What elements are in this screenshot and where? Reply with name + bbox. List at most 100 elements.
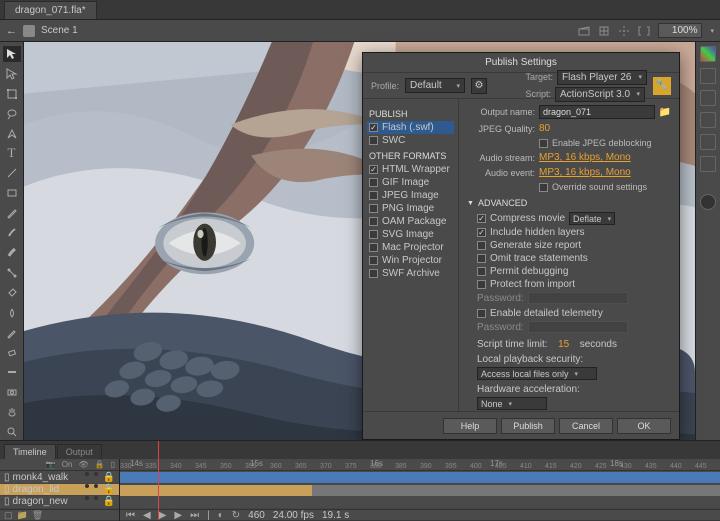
advanced-header[interactable]: ADVANCED [467, 198, 671, 208]
pencil-tool[interactable] [3, 205, 21, 221]
bone-tool[interactable] [3, 265, 21, 281]
play-icon[interactable]: ▶ [159, 510, 167, 521]
publish-header: PUBLISH [369, 109, 454, 119]
width-tool[interactable] [3, 364, 21, 380]
first-frame-icon[interactable]: ⏮ [126, 510, 135, 521]
target-select[interactable]: Flash Player 26▾ [557, 70, 647, 85]
local-security-select[interactable]: Access local files only [477, 367, 597, 380]
wrench-icon[interactable]: 🔧 [653, 77, 671, 95]
cc-icon[interactable] [700, 194, 716, 210]
line-tool[interactable] [3, 165, 21, 181]
camera-tool[interactable] [3, 384, 21, 400]
format-jpeg[interactable]: JPEG Image [367, 189, 454, 202]
format-swfa[interactable]: SWF Archive [367, 267, 454, 280]
track-dragon-lid[interactable] [120, 484, 720, 496]
cancel-button[interactable]: Cancel [559, 418, 613, 434]
eye-col-icon[interactable]: 👁 [78, 460, 88, 469]
prev-frame-icon[interactable]: ◀ [143, 510, 151, 521]
align-icon[interactable] [700, 68, 716, 84]
new-folder-icon[interactable]: 📁 [17, 510, 28, 521]
tab-timeline[interactable]: Timeline [4, 444, 56, 459]
transform-tool[interactable] [3, 86, 21, 102]
timeline-ruler[interactable]: 14s15s16s17s18s3303353403453503553603653… [120, 459, 720, 471]
zoom-tool[interactable] [3, 424, 21, 440]
audio-event-link[interactable]: MP3, 16 kbps, Mono [539, 167, 631, 178]
playhead[interactable] [158, 459, 159, 520]
format-html[interactable]: HTML Wrapper [367, 163, 454, 176]
clapper-icon[interactable] [578, 25, 590, 37]
eraser-tool[interactable] [3, 344, 21, 360]
library-icon[interactable] [700, 90, 716, 106]
format-png[interactable]: PNG Image [367, 202, 454, 215]
camera-col-icon[interactable]: 📷 [46, 460, 56, 469]
lock-col-icon[interactable]: 🔒 [95, 460, 105, 469]
center-icon[interactable] [618, 25, 630, 37]
zoom-input[interactable]: 100% [658, 23, 702, 38]
pen-tool[interactable] [3, 126, 21, 142]
right-dock [696, 42, 720, 440]
telemetry-check[interactable] [477, 309, 486, 318]
loop-icon[interactable]: ↻ [232, 510, 240, 521]
subselect-tool[interactable] [3, 66, 21, 82]
rect-tool[interactable] [3, 185, 21, 201]
format-mac[interactable]: Mac Projector [367, 241, 454, 254]
ok-button[interactable]: OK [617, 418, 671, 434]
password-input [528, 292, 628, 304]
transform-panel-icon[interactable] [700, 134, 716, 150]
compress-select[interactable]: Deflate [569, 212, 615, 225]
hw-accel-select[interactable]: None [477, 397, 547, 410]
grid-icon[interactable] [598, 25, 610, 37]
profile-select[interactable]: Default▾ [405, 78, 465, 93]
swatches-icon[interactable] [700, 46, 716, 62]
brush2-tool[interactable] [3, 245, 21, 261]
audio-stream-link[interactable]: MP3, 16 kbps, Mono [539, 152, 631, 163]
format-win[interactable]: Win Projector [367, 254, 454, 267]
output-name-input[interactable]: dragon_071 [539, 105, 655, 119]
omit-trace-check[interactable] [477, 254, 486, 263]
format-svg[interactable]: SVG Image [367, 228, 454, 241]
profile-options-icon[interactable]: ⚙ [471, 78, 487, 94]
lasso-tool[interactable] [3, 106, 21, 122]
last-frame-icon[interactable]: ⏭ [190, 510, 199, 521]
ink-tool[interactable] [3, 305, 21, 321]
format-swc[interactable]: SWC [367, 134, 454, 147]
bracket-icon[interactable] [638, 25, 650, 37]
info-icon[interactable] [700, 112, 716, 128]
hand-tool[interactable] [3, 404, 21, 420]
text-tool[interactable]: T [3, 145, 21, 161]
layer-dragon-new[interactable]: ▯dragon_new🔒 [0, 496, 119, 508]
layer-dragon-lid[interactable]: ▯dragon_lid🔒 [0, 484, 119, 496]
format-flash[interactable]: Flash (.swf) [367, 121, 454, 134]
publish-button[interactable]: Publish [501, 418, 555, 434]
eyedrop-tool[interactable] [3, 325, 21, 341]
help-button[interactable]: Help [443, 418, 497, 434]
debug-check[interactable] [477, 267, 486, 276]
format-gif[interactable]: GIF Image [367, 176, 454, 189]
back-icon[interactable]: ← [6, 25, 17, 37]
jpeg-deblock-check[interactable] [539, 139, 548, 148]
tab-output[interactable]: Output [57, 444, 102, 459]
delete-layer-icon[interactable]: 🗑 [32, 510, 43, 521]
folder-icon[interactable]: 📁 [659, 107, 671, 118]
history-icon[interactable] [700, 156, 716, 172]
track-monk4[interactable] [120, 471, 720, 483]
file-tab[interactable]: dragon_071.fla* [4, 1, 97, 19]
scene-name[interactable]: Scene 1 [41, 25, 78, 36]
bucket-tool[interactable] [3, 285, 21, 301]
new-layer-icon[interactable]: ▢ [4, 510, 13, 521]
brush-tool[interactable] [3, 225, 21, 241]
script-limit-value[interactable]: 15 [558, 339, 569, 350]
protect-check[interactable] [477, 280, 486, 289]
onion-skin-icon[interactable]: ◐ [218, 510, 224, 521]
hidden-layers-check[interactable] [477, 228, 486, 237]
size-report-check[interactable] [477, 241, 486, 250]
layer-monk4-walk[interactable]: ▯monk4_walk🔒 [0, 471, 119, 483]
track-dragon-new[interactable] [120, 496, 720, 508]
override-sound-check[interactable] [539, 183, 548, 192]
compress-check[interactable] [477, 214, 486, 223]
jpeg-quality-value[interactable]: 80 [539, 123, 550, 134]
selection-tool[interactable] [3, 46, 21, 62]
zoom-dropdown-icon[interactable]: ▾ [710, 27, 714, 35]
next-frame-icon[interactable]: ▶ [174, 510, 182, 521]
format-oam[interactable]: OAM Package [367, 215, 454, 228]
